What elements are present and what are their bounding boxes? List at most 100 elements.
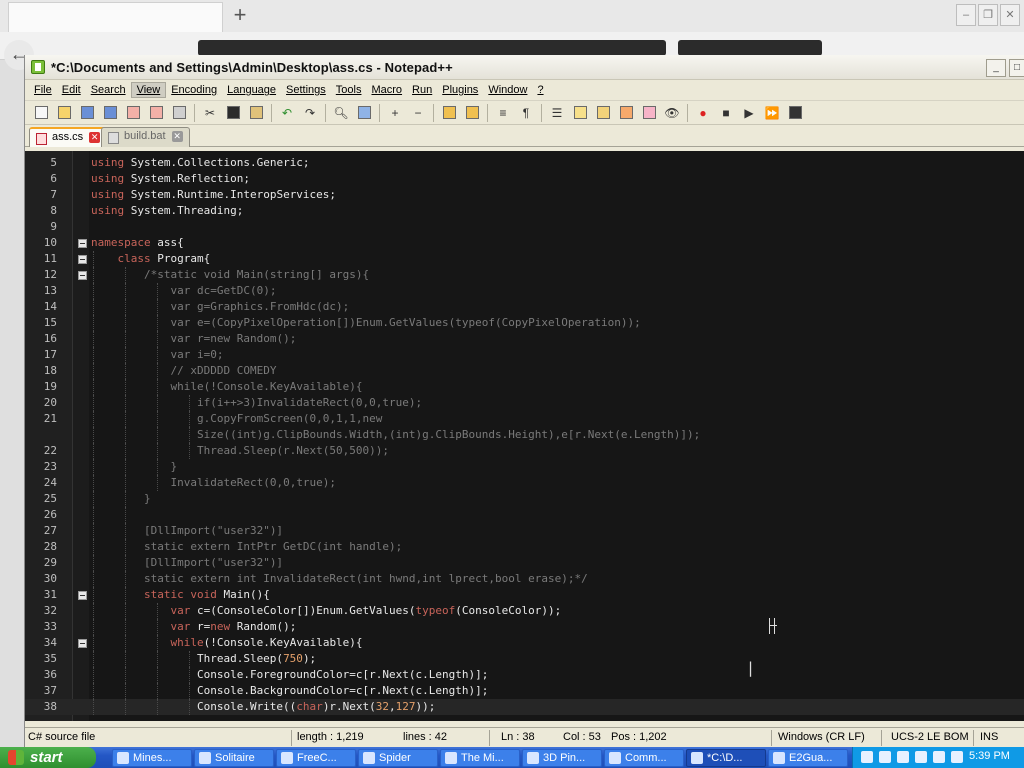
fold-toggle-icon[interactable]	[78, 271, 87, 280]
code-line[interactable]: 7 using System.Runtime.InteropServices;	[25, 187, 1024, 203]
code-line[interactable]: 15 var e=(CopyPixelOperation[])Enum.GetV…	[25, 315, 1024, 331]
code-line[interactable]: 18 // xDDDDD COMEDY	[25, 363, 1024, 379]
code-editor[interactable]: 5 using System.Collections.Generic; 6 using…	[25, 151, 1024, 721]
code-line[interactable]: 17 var i=0;	[25, 347, 1024, 363]
tray-icon[interactable]	[915, 751, 927, 763]
word-wrap-icon[interactable]: ≡	[493, 104, 513, 122]
code-line[interactable]: 19 while(!Console.KeyAvailable){	[25, 379, 1024, 395]
minimize-icon[interactable]: _	[986, 59, 1006, 77]
close-tab-icon[interactable]: ✕	[89, 132, 101, 143]
menu-item-help[interactable]: ?	[532, 83, 548, 97]
code-line[interactable]: 31 static void Main(){	[25, 587, 1024, 603]
code-line[interactable]: 22 Thread.Sleep(r.Next(50,500));	[25, 443, 1024, 459]
taskbar-item[interactable]: Solitaire	[194, 749, 274, 767]
start-button[interactable]: start	[0, 747, 96, 768]
show-all-chars-icon[interactable]: ¶	[516, 104, 536, 122]
tray-icon[interactable]	[861, 751, 873, 763]
code-line[interactable]: 34 while(!Console.KeyAvailable){	[25, 635, 1024, 651]
taskbar-item[interactable]: Spider	[358, 749, 438, 767]
menu-item-search[interactable]: Search	[86, 83, 131, 97]
code-line[interactable]: 35 Thread.Sleep(750);	[25, 651, 1024, 667]
function-list-icon[interactable]	[616, 104, 636, 122]
tab-ass-cs[interactable]: ass.cs ✕	[29, 127, 108, 147]
fold-toggle-icon[interactable]	[78, 639, 87, 648]
tray-icon[interactable]	[879, 751, 891, 763]
stop-macro-icon[interactable]: ■	[716, 104, 736, 122]
menu-item-tools[interactable]: Tools	[331, 83, 367, 97]
tab-build-bat[interactable]: build.bat ✕	[101, 127, 190, 147]
browser-url-bar[interactable]	[198, 40, 666, 56]
save-macro-icon[interactable]	[785, 104, 805, 122]
user-language-icon[interactable]	[570, 104, 590, 122]
copy-icon[interactable]	[223, 104, 243, 122]
code-line[interactable]: Size((int)g.ClipBounds.Width,(int)g.Clip…	[25, 427, 1024, 443]
title-bar[interactable]: *C:\Documents and Settings\Admin\Desktop…	[25, 55, 1024, 80]
code-line[interactable]: 29 [DllImport("user32")]	[25, 555, 1024, 571]
play-macro-icon[interactable]: ▶	[739, 104, 759, 122]
code-line[interactable]: 21 g.CopyFromScreen(0,0,1,1,new	[25, 411, 1024, 427]
taskbar-item[interactable]: Mines...	[112, 749, 192, 767]
open-file-icon[interactable]	[54, 104, 74, 122]
menu-item-language[interactable]: Language	[222, 83, 281, 97]
redo-icon[interactable]: ↷	[300, 104, 320, 122]
doc-map-icon[interactable]	[593, 104, 613, 122]
maximize-icon[interactable]: □	[1009, 59, 1024, 77]
code-line[interactable]: 8 using System.Threading;	[25, 203, 1024, 219]
menu-item-settings[interactable]: Settings	[281, 83, 331, 97]
code-line[interactable]: 5 using System.Collections.Generic;	[25, 155, 1024, 171]
tray-icon[interactable]	[933, 751, 945, 763]
code-line[interactable]: 6 using System.Reflection;	[25, 171, 1024, 187]
code-line[interactable]: 37 Console.BackgroundColor=c[r.Next(c.Le…	[25, 683, 1024, 699]
code-line[interactable]: 30 static extern int InvalidateRect(int …	[25, 571, 1024, 587]
code-line[interactable]: 10 namespace ass{	[25, 235, 1024, 251]
zoom-in-icon[interactable]: +	[385, 104, 405, 122]
tray-icon[interactable]	[951, 751, 963, 763]
code-line[interactable]: 9	[25, 219, 1024, 235]
code-line[interactable]: 28 static extern IntPtr GetDC(int handle…	[25, 539, 1024, 555]
code-line[interactable]: 36 Console.ForegroundColor=c[r.Next(c.Le…	[25, 667, 1024, 683]
save-icon[interactable]	[77, 104, 97, 122]
undo-icon[interactable]: ↶	[277, 104, 297, 122]
browser-restore-icon[interactable]: ❐	[978, 4, 998, 26]
taskbar-item[interactable]: *C:\D...	[686, 749, 766, 767]
browser-tab[interactable]	[8, 2, 223, 32]
code-line[interactable]: 32 var c=(ConsoleColor[])Enum.GetValues(…	[25, 603, 1024, 619]
folder-workspace-icon[interactable]	[639, 104, 659, 122]
code-line[interactable]: 12 /*static void Main(string[] args){	[25, 267, 1024, 283]
menu-item-macro[interactable]: Macro	[366, 83, 407, 97]
code-line[interactable]: 13 var dc=GetDC(0);	[25, 283, 1024, 299]
code-line[interactable]: 27 [DllImport("user32")]	[25, 523, 1024, 539]
zoom-out-icon[interactable]: −	[408, 104, 428, 122]
code-line[interactable]: 24 InvalidateRect(0,0,true);	[25, 475, 1024, 491]
browser-search-bar[interactable]	[678, 40, 822, 56]
fold-toggle-icon[interactable]	[78, 591, 87, 600]
menu-item-view[interactable]: View	[130, 82, 167, 98]
code-line[interactable]: 38 Console.Write((char)r.Next(32,127));	[25, 699, 1024, 715]
tray-icon[interactable]	[897, 751, 909, 763]
taskbar-item[interactable]: The Mi...	[440, 749, 520, 767]
record-macro-icon[interactable]: ●	[693, 104, 713, 122]
close-file-icon[interactable]	[123, 104, 143, 122]
menu-item-window[interactable]: Window	[483, 83, 532, 97]
fold-toggle-icon[interactable]	[78, 255, 87, 264]
paste-icon[interactable]	[246, 104, 266, 122]
code-line[interactable]: 16 var r=new Random();	[25, 331, 1024, 347]
monitoring-icon[interactable]: 👁︎	[662, 104, 682, 122]
run-macro-multiple-icon[interactable]: ⏩	[762, 104, 782, 122]
taskbar-item[interactable]: FreeC...	[276, 749, 356, 767]
taskbar-item[interactable]: 3D Pin...	[522, 749, 602, 767]
new-file-icon[interactable]	[31, 104, 51, 122]
find-icon[interactable]: 🔍︎	[331, 104, 351, 122]
code-line[interactable]: 20 if(i++>3)InvalidateRect(0,0,true);	[25, 395, 1024, 411]
print-icon[interactable]	[169, 104, 189, 122]
sync-vertical-icon[interactable]	[439, 104, 459, 122]
browser-close-icon[interactable]: ✕	[1000, 4, 1020, 26]
close-tab-icon[interactable]: ✕	[171, 131, 183, 142]
cut-icon[interactable]: ✂	[200, 104, 220, 122]
close-all-icon[interactable]	[146, 104, 166, 122]
taskbar-item[interactable]: E2Gua...	[768, 749, 848, 767]
browser-minimize-icon[interactable]: –	[956, 4, 976, 26]
code-line[interactable]: 11 class Program{	[25, 251, 1024, 267]
replace-icon[interactable]	[354, 104, 374, 122]
fold-toggle-icon[interactable]	[78, 239, 87, 248]
